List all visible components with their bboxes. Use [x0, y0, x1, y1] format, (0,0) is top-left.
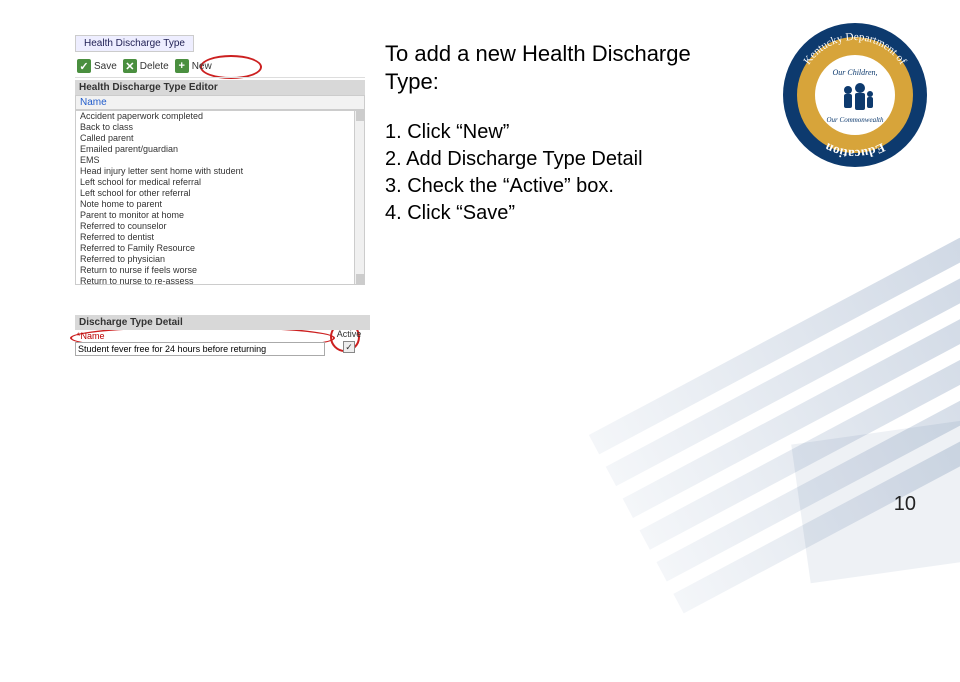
list-item[interactable]: Back to class: [76, 122, 364, 133]
list-item[interactable]: Referred to Family Resource: [76, 243, 364, 254]
toolbar: ✓ Save ✕ Delete + New: [75, 55, 365, 78]
discharge-type-detail: Discharge Type Detail *Name Active ✓: [75, 315, 370, 356]
list-item[interactable]: Return to nurse if feels worse: [76, 265, 364, 276]
new-label: New: [192, 61, 212, 72]
instructions-title: To add a new Health Discharge Type:: [385, 40, 745, 95]
list-item[interactable]: Head injury letter sent home with studen…: [76, 166, 364, 177]
new-icon: +: [175, 59, 189, 73]
page-number: 10: [894, 493, 916, 516]
detail-name-label: *Name: [75, 330, 370, 342]
accent-shape: [791, 417, 960, 583]
list-item[interactable]: Referred to counselor: [76, 221, 364, 232]
delete-label: Delete: [140, 61, 169, 72]
detail-header: Discharge Type Detail: [75, 315, 370, 330]
kde-seal: Kentucky Department of Education Our Chi…: [780, 20, 930, 170]
editor-header: Health Discharge Type Editor: [75, 80, 365, 95]
list-item[interactable]: EMS: [76, 155, 364, 166]
active-label: Active: [333, 329, 365, 339]
new-button[interactable]: + New: [175, 59, 212, 73]
list-item[interactable]: Left school for other referral: [76, 188, 364, 199]
delete-icon: ✕: [123, 59, 137, 73]
seal-inner-top: Our Children,: [832, 68, 877, 77]
name-column-header: Name: [75, 95, 365, 110]
list-item[interactable]: Referred to physician: [76, 254, 364, 265]
instruction-step: 1. Click “New”: [385, 119, 745, 146]
list-item[interactable]: Accident paperwork completed: [76, 111, 364, 122]
seal-inner-bottom: Our Commonwealth: [827, 116, 884, 124]
list-item[interactable]: Note home to parent: [76, 199, 364, 210]
instructions-block: To add a new Health Discharge Type: 1. C…: [385, 40, 745, 227]
instruction-step: 3. Check the “Active” box.: [385, 173, 745, 200]
instruction-step: 4. Click “Save”: [385, 200, 745, 227]
instruction-step: 2. Add Discharge Type Detail: [385, 146, 745, 173]
window-tab-title: Health Discharge Type: [75, 35, 194, 52]
discharge-type-list[interactable]: Accident paperwork completedBack to clas…: [75, 110, 365, 285]
detail-name-input[interactable]: [75, 342, 325, 356]
list-item[interactable]: Left school for medical referral: [76, 177, 364, 188]
delete-button[interactable]: ✕ Delete: [123, 59, 169, 73]
active-checkbox[interactable]: ✓: [343, 341, 355, 353]
list-item[interactable]: Return to nurse to re-assess: [76, 276, 364, 285]
save-label: Save: [94, 61, 117, 72]
scrollbar[interactable]: [354, 111, 364, 284]
list-item[interactable]: Emailed parent/guardian: [76, 144, 364, 155]
save-button[interactable]: ✓ Save: [77, 59, 117, 73]
list-item[interactable]: Parent to monitor at home: [76, 210, 364, 221]
save-icon: ✓: [77, 59, 91, 73]
list-item[interactable]: Referred to dentist: [76, 232, 364, 243]
app-screenshot: Health Discharge Type ✓ Save ✕ Delete + …: [75, 35, 365, 356]
list-item[interactable]: Called parent: [76, 133, 364, 144]
